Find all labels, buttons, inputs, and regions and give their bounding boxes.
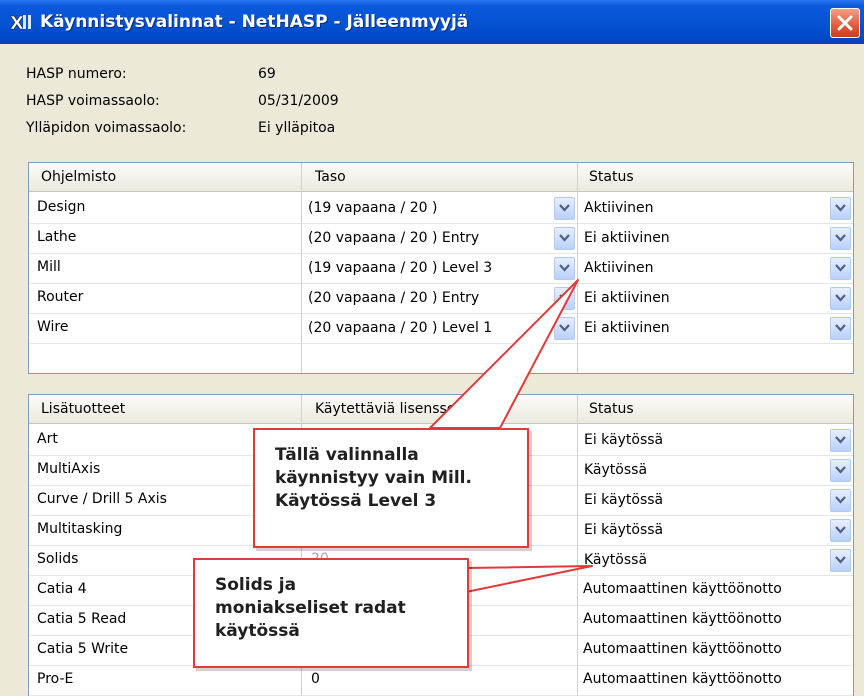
addon-status: Automaattinen käyttöönotto <box>583 641 782 657</box>
maintenance-validity-label: Ylläpidon voimassaolo: <box>26 120 187 136</box>
solids-callout-line: moniakseliset radat <box>215 598 406 618</box>
mill-callout: Tällä valinnalla käynnistyy vain Mill. K… <box>253 428 529 548</box>
status-value: Aktiivinen <box>584 260 654 276</box>
solids-callout-line: käytössä <box>215 621 300 641</box>
title-bar: X Käynnistysvalinnat - NetHASP - Jälleen… <box>0 0 864 44</box>
addon-name: Art <box>37 431 58 447</box>
solids-callout-line: Solids ja <box>215 575 297 595</box>
close-button[interactable] <box>830 8 860 38</box>
header-addons[interactable]: Lisätuotteet <box>41 401 125 417</box>
hasp-number-value: 69 <box>258 66 276 82</box>
level-value: (19 vapaana / 20 ) Level 3 <box>308 260 493 276</box>
addon-name: Multitasking <box>37 521 123 537</box>
addon-name: Catia 4 <box>37 581 87 597</box>
solids-callout: Solids ja moniakseliset radat käytössä <box>193 558 469 668</box>
status-value: Ei käytössä <box>584 522 664 538</box>
program-row[interactable]: Mill (19 vapaana / 20 ) Level 3 Aktiivin… <box>29 253 853 284</box>
addon-name: Solids <box>37 551 79 567</box>
program-row[interactable]: Lathe (20 vapaana / 20 ) Entry Ei aktiiv… <box>29 223 853 254</box>
level-value: (20 vapaana / 20 ) Level 1 <box>308 320 493 336</box>
level-select[interactable]: (19 vapaana / 20 ) Level 3 <box>303 254 577 283</box>
program-name: Wire <box>37 319 69 335</box>
status-value: Käytössä <box>584 462 648 478</box>
status-value: Ei käytössä <box>584 492 664 508</box>
program-name: Design <box>37 199 86 215</box>
svg-text:X: X <box>10 13 24 32</box>
status-value: Ei aktiivinen <box>584 230 670 246</box>
level-select[interactable]: (19 vapaana / 20 ) <box>303 194 577 223</box>
level-select[interactable]: (20 vapaana / 20 ) Entry <box>303 224 577 253</box>
status-select[interactable]: Käytössä <box>579 456 853 485</box>
dropdown-arrow-icon[interactable] <box>830 317 851 340</box>
hasp-validity-label: HASP voimassaolo: <box>26 93 160 109</box>
close-icon <box>837 15 853 31</box>
status-select[interactable]: Aktiivinen <box>579 254 853 283</box>
addon-status: Automaattinen käyttöönotto <box>583 671 782 687</box>
dropdown-arrow-icon[interactable] <box>830 287 851 310</box>
dropdown-arrow-icon[interactable] <box>554 257 575 280</box>
dropdown-arrow-icon[interactable] <box>554 287 575 310</box>
status-select[interactable]: Ei aktiivinen <box>579 284 853 313</box>
header-status[interactable]: Status <box>589 169 634 185</box>
maintenance-validity-value: Ei ylläpitoa <box>258 120 336 136</box>
addon-name: Pro-E <box>37 671 74 687</box>
status-value: Aktiivinen <box>584 200 654 216</box>
program-name: Router <box>37 289 84 305</box>
level-select[interactable]: (20 vapaana / 20 ) Level 1 <box>303 314 577 343</box>
addon-name: Curve / Drill 5 Axis <box>37 491 167 507</box>
app-icon: X <box>10 13 31 32</box>
dropdown-arrow-icon[interactable] <box>830 519 851 542</box>
status-value: Ei aktiivinen <box>584 320 670 336</box>
level-value: (20 vapaana / 20 ) Entry <box>308 230 480 246</box>
dropdown-arrow-icon[interactable] <box>830 227 851 250</box>
status-value: Ei aktiivinen <box>584 290 670 306</box>
status-value: Ei käytössä <box>584 432 664 448</box>
status-select[interactable]: Ei aktiivinen <box>579 314 853 343</box>
window-title: Käynnistysvalinnat - NetHASP - Jälleenmy… <box>40 12 469 32</box>
addon-row[interactable]: Pro-E 0 Automaattinen käyttöönotto <box>29 665 853 696</box>
dropdown-arrow-icon[interactable] <box>830 489 851 512</box>
dropdown-arrow-icon[interactable] <box>830 197 851 220</box>
level-value: (19 vapaana / 20 ) <box>308 200 438 216</box>
addon-name: Catia 5 Read <box>37 611 127 627</box>
dropdown-arrow-icon[interactable] <box>830 459 851 482</box>
mill-callout-line: käynnistyy vain Mill. <box>275 468 472 488</box>
status-select[interactable]: Ei aktiivinen <box>579 224 853 253</box>
addon-name: Catia 5 Write <box>37 641 129 657</box>
header-software[interactable]: Ohjelmisto <box>41 169 116 185</box>
addon-status: Automaattinen käyttöönotto <box>583 581 782 597</box>
license-count: 0 <box>311 671 320 687</box>
programs-header: Ohjelmisto Taso Status <box>29 163 853 192</box>
header-licenses[interactable]: Käytettäviä lisenssejä <box>315 401 468 417</box>
status-select[interactable]: Ei käytössä <box>579 516 853 545</box>
status-value: Käytössä <box>584 552 648 568</box>
mill-callout-line: Käytössä Level 3 <box>275 491 437 511</box>
status-select[interactable]: Ei käytössä <box>579 426 853 455</box>
dropdown-arrow-icon[interactable] <box>554 227 575 250</box>
level-select[interactable]: (20 vapaana / 20 ) Entry <box>303 284 577 313</box>
header-status[interactable]: Status <box>589 401 634 417</box>
status-select[interactable]: Ei käytössä <box>579 486 853 515</box>
dropdown-arrow-icon[interactable] <box>554 317 575 340</box>
header-level[interactable]: Taso <box>315 169 346 185</box>
hasp-number-label: HASP numero: <box>26 66 127 82</box>
addons-header: Lisätuotteet Käytettäviä lisenssejä Stat… <box>29 395 853 424</box>
program-row[interactable]: Wire (20 vapaana / 20 ) Level 1 Ei aktii… <box>29 313 853 344</box>
addon-status: Automaattinen käyttöönotto <box>583 611 782 627</box>
hasp-validity-value: 05/31/2009 <box>258 93 339 109</box>
program-name: Mill <box>37 259 61 275</box>
status-select[interactable]: Käytössä <box>579 546 853 575</box>
program-name: Lathe <box>37 229 77 245</box>
dropdown-arrow-icon[interactable] <box>830 429 851 452</box>
mill-callout-line: Tällä valinnalla <box>275 445 419 465</box>
program-row[interactable]: Router (20 vapaana / 20 ) Entry Ei aktii… <box>29 283 853 314</box>
level-value: (20 vapaana / 20 ) Entry <box>308 290 480 306</box>
dropdown-arrow-icon[interactable] <box>554 197 575 220</box>
dropdown-arrow-icon[interactable] <box>830 257 851 280</box>
dropdown-arrow-icon[interactable] <box>830 549 851 572</box>
addon-name: MultiAxis <box>37 461 101 477</box>
program-row[interactable]: Design (19 vapaana / 20 ) Aktiivinen <box>29 193 853 224</box>
programs-grid: Ohjelmisto Taso Status Design (19 vapaan… <box>28 162 854 374</box>
status-select[interactable]: Aktiivinen <box>579 194 853 223</box>
